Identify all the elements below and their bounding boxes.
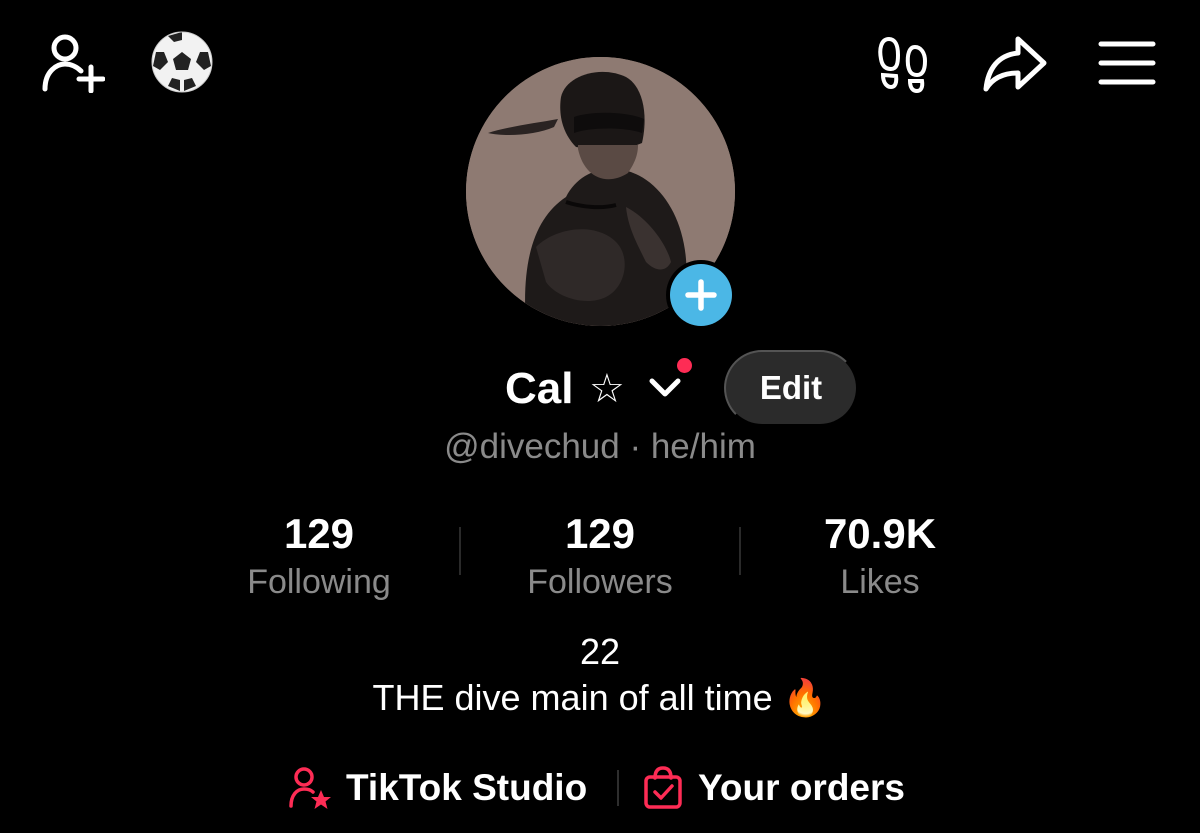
footprints-button[interactable]	[872, 32, 934, 94]
following-count: 129	[283, 510, 355, 557]
stat-followers[interactable]: 129 Followers	[470, 508, 730, 604]
bio-line-2: THE dive main of all time 🔥	[372, 677, 828, 718]
followers-label: Followers	[527, 563, 673, 601]
menu-button[interactable]	[1096, 36, 1158, 90]
link-divider	[617, 770, 619, 806]
stat-following[interactable]: 129 Following	[189, 508, 449, 604]
chevron-down-icon	[649, 378, 681, 397]
display-name: Cal	[505, 364, 574, 413]
stat-divider	[459, 527, 461, 575]
stat-likes[interactable]: 70.9K Likes	[750, 508, 1010, 604]
followers-count: 129	[564, 510, 636, 557]
menu-icon	[1098, 41, 1156, 85]
likes-label: Likes	[840, 563, 920, 601]
creator-star-icon	[289, 767, 331, 809]
your-orders-link[interactable]: Your orders	[642, 760, 905, 816]
add-user-icon	[42, 34, 105, 93]
profile-links: TikTok Studio Your orders	[0, 760, 1200, 816]
profile-page: Cal ☆ Edit @divechud · he/him 129 Follow…	[0, 0, 1200, 833]
tiktok-studio-label: TikTok Studio	[346, 767, 588, 808]
name-row: Cal ☆ Edit	[0, 350, 1200, 426]
following-label: Following	[247, 563, 391, 601]
stat-divider	[739, 527, 741, 575]
edit-profile-button[interactable]: Edit	[724, 350, 858, 426]
username-handle: @divechud	[444, 427, 620, 466]
bio-line-1: 22	[579, 631, 621, 672]
share-icon	[983, 36, 1047, 92]
likes-count: 70.9K	[823, 510, 937, 557]
footprints-icon	[878, 36, 928, 93]
star-icon: ☆	[589, 366, 625, 412]
shopping-bag-icon	[644, 766, 682, 809]
pronouns: he/him	[650, 427, 756, 466]
your-orders-label: Your orders	[698, 767, 905, 808]
handle-separator: ·	[629, 427, 642, 466]
add-friend-button[interactable]	[38, 30, 106, 94]
notification-dot	[674, 355, 695, 376]
plus-badge	[670, 264, 732, 326]
soccer-ball-button[interactable]	[148, 28, 216, 96]
tiktok-studio-link[interactable]: TikTok Studio	[288, 760, 587, 816]
share-button[interactable]	[980, 30, 1050, 96]
plus-icon	[685, 279, 717, 311]
add-story-button[interactable]	[666, 260, 736, 330]
soccer-ball-icon	[151, 31, 213, 93]
account-switch-chevron[interactable]	[648, 376, 682, 405]
handle-row: @divechud · he/him	[0, 425, 1200, 469]
